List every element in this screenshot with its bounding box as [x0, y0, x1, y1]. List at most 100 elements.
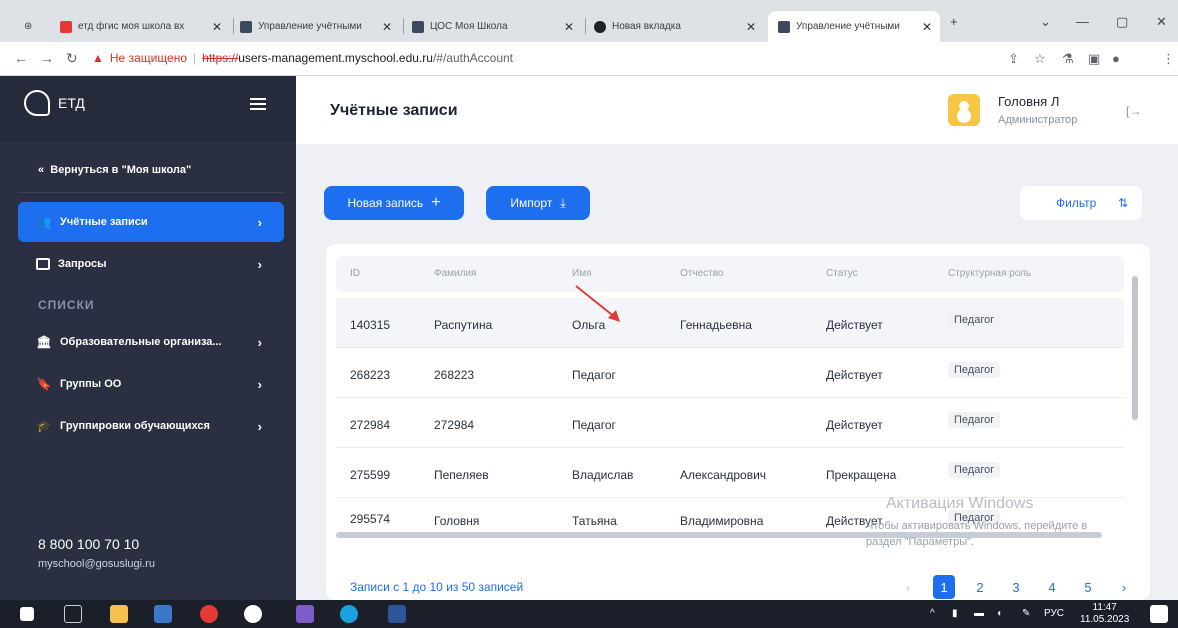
column-header-last-name[interactable]: Фамилия: [434, 268, 476, 279]
language-indicator[interactable]: РУС: [1044, 608, 1064, 619]
tab-search-icon[interactable]: ⌄: [1040, 14, 1051, 30]
close-tab-icon[interactable]: ✕: [564, 20, 574, 34]
tray-network-icon[interactable]: ▮: [952, 608, 958, 619]
tab-title: Управление учётными: [258, 21, 362, 32]
cell-last-name: 268223: [434, 368, 475, 382]
column-header-status[interactable]: Статус: [826, 268, 858, 279]
sidebar-item-label: Группы ОО: [60, 378, 122, 390]
security-label[interactable]: Не защищено: [110, 51, 187, 65]
column-header-role[interactable]: Структурная роль: [948, 268, 1031, 279]
sidebar-item-organizations[interactable]: 🏛 Образовательные организа... ›: [18, 322, 284, 362]
column-header-id[interactable]: ID: [350, 268, 360, 279]
file-explorer-icon[interactable]: [110, 605, 128, 623]
chrome-menu-icon[interactable]: ⊛: [24, 11, 32, 42]
page-title: Учётные записи: [330, 102, 458, 119]
user-name[interactable]: Головня Л: [998, 94, 1059, 109]
pagination: ‹ 1 2 3 4 5 ›: [890, 575, 1142, 599]
records-info: Записи с 1 до 10 из 50 записей: [350, 580, 524, 594]
tray-volume-icon[interactable]: ◖: [996, 608, 1002, 619]
column-header-first-name[interactable]: Имя: [572, 268, 591, 279]
browser-tab-1[interactable]: етд фгис моя школа вх ✕: [60, 11, 230, 42]
sidebar-item-accounts[interactable]: 👥 Учётные записи ›: [18, 202, 284, 242]
forward-arrow-icon[interactable]: →: [40, 50, 54, 66]
star-icon[interactable]: ☆: [1034, 51, 1046, 67]
prev-page-icon[interactable]: ‹: [890, 575, 926, 599]
maximize-icon[interactable]: ▢: [1116, 14, 1128, 30]
browser-tab-5-active[interactable]: Управление учётными ✕: [768, 11, 940, 42]
menu-dots-icon[interactable]: ⋮: [1162, 51, 1175, 67]
clock-date: 11.05.2023: [1080, 614, 1130, 625]
sidebar-item-student-groupings[interactable]: 🎓 Группировки обучающихся ›: [18, 406, 284, 446]
flask-icon[interactable]: ⚗: [1062, 51, 1074, 67]
cell-last-name: Пепеляев: [434, 468, 489, 482]
url-field[interactable]: ▲ Не защищено | https://users-management…: [92, 51, 513, 65]
tray-chevron-icon[interactable]: ^: [930, 608, 935, 619]
sidebar-item-groups[interactable]: 🔖 Группы ОО ›: [18, 364, 284, 404]
page-header: Учётные записи Головня Л Администратор […: [296, 76, 1178, 144]
table-row[interactable]: 140315 Распутина Ольга Геннадьевна Дейст…: [336, 298, 1124, 348]
side-panel-icon[interactable]: ▣: [1088, 51, 1100, 67]
share-icon[interactable]: ⇪: [1008, 51, 1019, 67]
minimize-icon[interactable]: —: [1076, 14, 1089, 29]
browser-tab-2[interactable]: Управление учётными ✕: [240, 11, 400, 42]
support-email[interactable]: myschool@gosuslugi.ru: [38, 558, 155, 570]
back-arrow-icon[interactable]: ←: [14, 50, 28, 66]
windows-start-icon[interactable]: [20, 607, 34, 621]
cell-first-name: Педагог: [572, 418, 616, 432]
app-icon[interactable]: [296, 605, 314, 623]
main-content: Новая запись + Импорт ⤓ Фильтр ⇅ ID Фами…: [296, 144, 1178, 600]
url-path: /#/authAccount: [432, 51, 514, 65]
word-icon[interactable]: [388, 605, 406, 623]
page-button-3[interactable]: 3: [998, 575, 1034, 599]
profile-icon[interactable]: ●: [1112, 51, 1120, 66]
cell-first-name: Татьяна: [572, 514, 617, 528]
table-row[interactable]: 272984 272984 Педагог Действует Педагог: [336, 398, 1124, 448]
yandex-browser-icon[interactable]: [200, 605, 218, 623]
chrome-c-icon[interactable]: [244, 605, 262, 623]
edge-icon[interactable]: [340, 605, 358, 623]
page-button-2[interactable]: 2: [962, 575, 998, 599]
logout-icon[interactable]: [→: [1126, 104, 1141, 118]
reload-icon[interactable]: ↻: [66, 50, 78, 67]
cell-middle-name: Владимировна: [680, 514, 764, 528]
monitor-icon: [36, 258, 50, 270]
avatar[interactable]: [948, 94, 980, 126]
import-button[interactable]: Импорт ⤓: [486, 186, 590, 220]
close-tab-icon[interactable]: ✕: [212, 20, 222, 34]
browser-tab-4[interactable]: Новая вкладка ✕: [594, 11, 764, 42]
tray-battery-icon[interactable]: ▬: [974, 608, 984, 619]
new-record-button[interactable]: Новая запись +: [324, 186, 464, 220]
system-clock[interactable]: 11:47 11.05.2023: [1080, 602, 1129, 626]
new-tab-button[interactable]: +: [950, 14, 958, 29]
hamburger-menu-icon[interactable]: [250, 98, 266, 113]
users-icon: 👥: [36, 215, 52, 229]
cell-status: Действует: [826, 368, 883, 382]
filter-button[interactable]: Фильтр ⇅: [1020, 186, 1142, 220]
vertical-scrollbar[interactable]: [1132, 276, 1138, 420]
cell-id: 268223: [350, 368, 391, 382]
close-tab-icon[interactable]: ✕: [382, 20, 392, 34]
back-to-myschool-link[interactable]: « Вернуться в "Моя школа": [38, 164, 191, 176]
clock-time: 11:47: [1092, 602, 1117, 613]
table-row[interactable]: 275599 Пепеляев Владислав Александрович …: [336, 448, 1124, 498]
page-button-1[interactable]: 1: [933, 575, 955, 599]
page-button-5[interactable]: 5: [1070, 575, 1106, 599]
column-header-middle-name[interactable]: Отчество: [680, 268, 723, 279]
table-row[interactable]: 268223 268223 Педагог Действует Педагог: [336, 348, 1124, 398]
sidebar-item-requests[interactable]: Запросы ›: [18, 244, 284, 284]
page-button-4[interactable]: 4: [1034, 575, 1070, 599]
close-tab-icon[interactable]: ✕: [922, 20, 932, 34]
notifications-icon[interactable]: [1150, 605, 1168, 623]
tray-pen-icon[interactable]: ✎: [1022, 608, 1030, 619]
support-phone[interactable]: 8 800 100 70 10: [38, 536, 139, 552]
next-page-icon[interactable]: ›: [1106, 575, 1142, 599]
section-title-lists: СПИСКИ: [38, 298, 95, 312]
task-view-icon[interactable]: [64, 605, 82, 623]
browser-tab-3[interactable]: ЦОС Моя Школа ✕: [412, 11, 582, 42]
brand-logo[interactable]: ЕТД: [24, 90, 85, 116]
close-window-icon[interactable]: ✕: [1156, 14, 1167, 30]
role-badge: Педагог: [948, 362, 1001, 378]
app-icon[interactable]: [154, 605, 172, 623]
close-tab-icon[interactable]: ✕: [746, 20, 756, 34]
tab-title: Управление учётными: [796, 21, 900, 32]
